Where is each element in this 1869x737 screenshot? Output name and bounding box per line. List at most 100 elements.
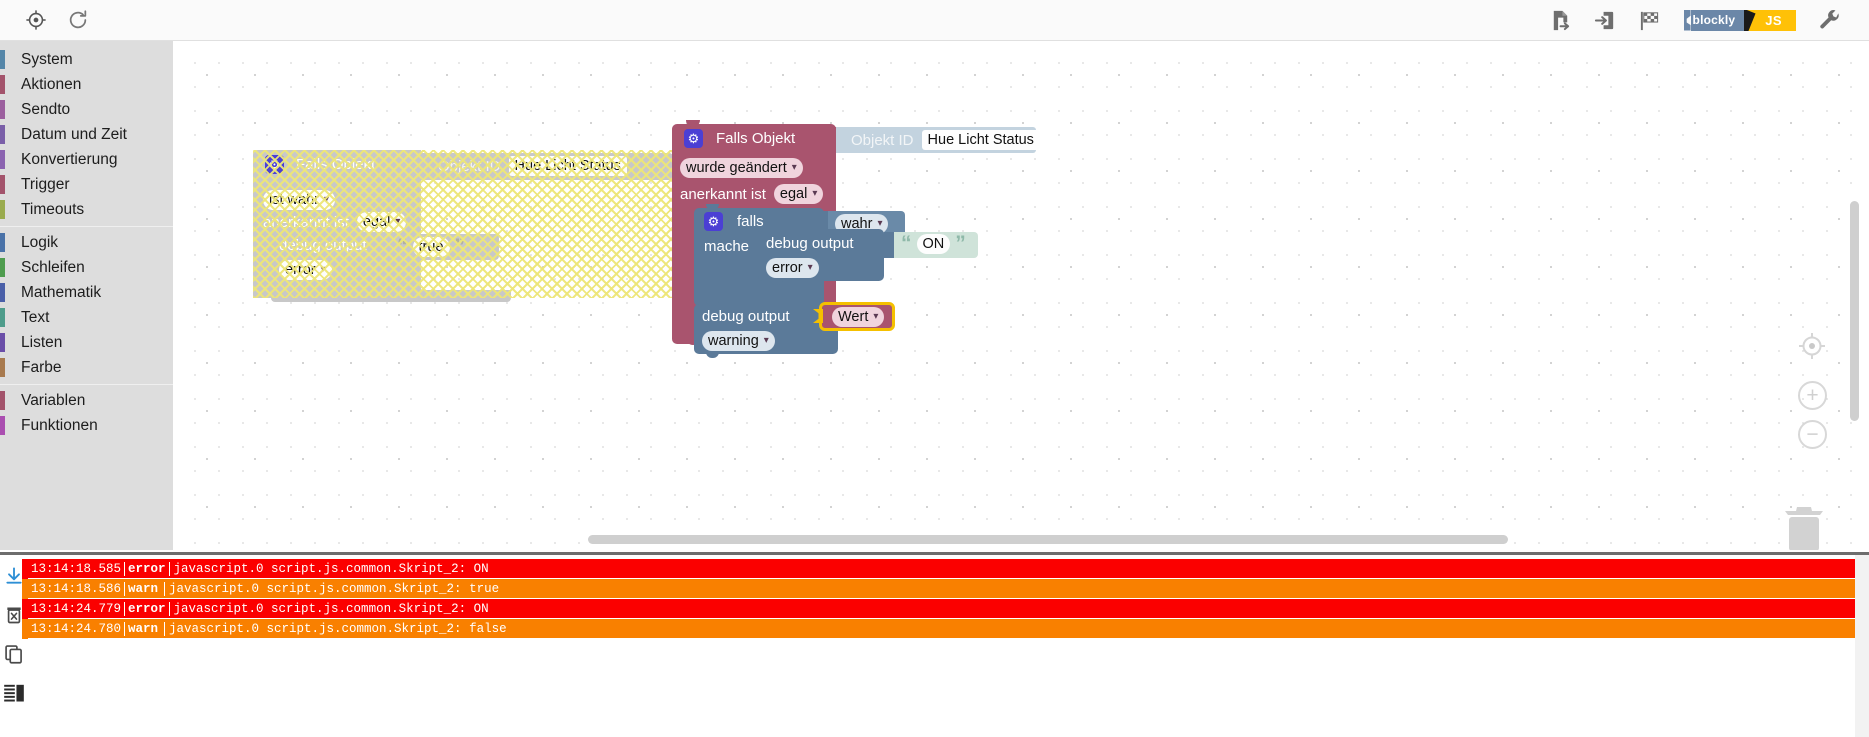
sidebar-item-label: Mathematik — [21, 283, 102, 301]
wrench-icon[interactable] — [1817, 8, 1841, 32]
log-timestamp: 13:14:24.779 — [28, 601, 126, 616]
toggle-blockly-label[interactable]: blockly — [1690, 9, 1745, 31]
trailing-debug-label-wrap: debug output — [702, 308, 790, 326]
sidebar-item-schleifen[interactable]: Schleifen — [0, 255, 173, 280]
zoom-in-button[interactable]: + — [1798, 381, 1827, 410]
toggle-js-label[interactable]: JS — [1759, 9, 1796, 31]
sidebar-item-mathematik[interactable]: Mathematik — [0, 280, 173, 305]
inner-do-label: mache — [704, 238, 750, 255]
category-color-swatch — [0, 416, 5, 435]
log-severity: error — [125, 561, 170, 576]
log-severity: error — [125, 601, 170, 616]
gear-icon[interactable]: ⚙ — [265, 155, 284, 174]
category-color-swatch — [0, 150, 5, 169]
sidebar-item-farbe[interactable]: Farbe — [0, 355, 173, 380]
disabled-ack-label: anerkannt ist — [263, 213, 349, 231]
log-severity: warn — [125, 621, 166, 636]
sidebar-item-label: Listen — [21, 333, 63, 351]
sidebar-item-text[interactable]: Text — [0, 305, 173, 330]
import-file-icon[interactable] — [1594, 8, 1618, 32]
toolbox-group-2: Logik Schleifen Mathematik Text Listen F… — [0, 230, 173, 380]
active-ack-label: anerkannt ist — [680, 185, 766, 203]
sidebar-item-system[interactable]: System — [0, 47, 173, 72]
category-color-swatch — [0, 75, 5, 94]
inner-debug-text-row: “ ON ” — [901, 233, 966, 254]
sidebar-item-konvertierung[interactable]: Konvertierung — [0, 147, 173, 172]
export-file-icon[interactable] — [1549, 8, 1573, 32]
active-falls-objekt-block[interactable]: ⚙ Falls Objekt Objekt ID Hue Licht Statu… — [658, 120, 1078, 358]
disabled-object-id-value[interactable]: Hue Licht Status — [508, 156, 627, 176]
trash-button[interactable] — [1781, 501, 1827, 550]
disabled-severity-dropdown[interactable]: error — [279, 260, 332, 280]
log-layout-icon[interactable] — [3, 682, 25, 704]
disabled-falls-objekt-block[interactable]: ⚙ Falls Objekt Objekt ID Hue Licht Statu… — [253, 150, 673, 302]
disabled-debug-text-row: “ true ” — [397, 236, 465, 257]
selected-variable-block-wert[interactable]: Wert — [819, 302, 895, 331]
wert-variable-dropdown[interactable]: Wert — [832, 307, 885, 327]
blockly-js-toggle[interactable]: blockly JS — [1683, 9, 1796, 31]
inner-debug-text-plug — [884, 232, 894, 258]
category-color-swatch — [0, 100, 5, 119]
center-target-icon[interactable] — [24, 8, 48, 32]
category-color-swatch — [0, 333, 5, 352]
disabled-block-foot — [271, 290, 511, 302]
inner-debug-text-value[interactable]: ON — [916, 233, 951, 254]
sidebar-item-logik[interactable]: Logik — [0, 230, 173, 255]
disabled-debug-text-value[interactable]: true — [412, 236, 450, 257]
workspace-vertical-scrollbar[interactable] — [1850, 201, 1859, 421]
open-quote-icon: “ — [901, 232, 912, 255]
reload-icon[interactable] — [66, 8, 90, 32]
inner-severity-wrap: error — [766, 258, 819, 278]
disabled-condition-dropdown[interactable]: ist wahr — [263, 190, 335, 210]
inner-severity-dropdown[interactable]: error — [766, 258, 819, 278]
close-quote-icon: ” — [454, 235, 466, 258]
disabled-ack-row: anerkannt ist egal — [263, 212, 407, 232]
blockly-workspace[interactable]: ⚙ Falls Objekt Objekt ID Hue Licht Statu… — [173, 41, 1869, 550]
sidebar-item-variablen[interactable]: Variablen — [0, 388, 173, 413]
disabled-object-id-row: Objekt ID Hue Licht Status — [438, 156, 627, 176]
recenter-button[interactable] — [1797, 331, 1827, 366]
log-timestamp: 13:14:18.586 — [28, 581, 126, 596]
disabled-debug-label: debug output — [279, 237, 367, 254]
log-timestamp: 13:14:18.585 — [28, 561, 126, 576]
category-color-swatch — [0, 308, 5, 327]
sidebar-item-timeouts[interactable]: Timeouts — [0, 197, 173, 222]
checkered-flag-icon[interactable] — [1639, 8, 1663, 32]
sidebar-item-label: Trigger — [21, 175, 70, 193]
sidebar-item-datum-und-zeit[interactable]: Datum und Zeit — [0, 122, 173, 147]
sidebar-item-aktionen[interactable]: Aktionen — [0, 72, 173, 97]
log-timestamp: 13:14:24.780 — [28, 621, 126, 636]
toolbox-group-3: Variablen Funktionen — [0, 388, 173, 438]
active-object-id-row: Objekt ID Hue Licht Status — [851, 130, 1040, 150]
log-row[interactable]: 13:14:24.779 error javascript.0 script.j… — [28, 599, 1869, 618]
sidebar-item-label: Logik — [21, 233, 59, 251]
minus-icon: − — [1806, 422, 1819, 446]
trailing-severity-dropdown[interactable]: warning — [702, 331, 775, 351]
sidebar-item-trigger[interactable]: Trigger — [0, 172, 173, 197]
gutter-segment — [22, 599, 28, 619]
category-color-swatch — [0, 391, 5, 410]
active-condition-dropdown[interactable]: wurde geändert — [680, 158, 803, 178]
active-ack-row: anerkannt ist egal — [680, 184, 824, 204]
sidebar-item-label: Funktionen — [21, 416, 98, 434]
log-row[interactable]: 13:14:24.780 warn javascript.0 script.js… — [28, 619, 1869, 638]
disabled-ack-dropdown[interactable]: egal — [356, 212, 407, 232]
active-block-title-row: ⚙ Falls Objekt — [684, 129, 795, 148]
sidebar-item-funktionen[interactable]: Funktionen — [0, 413, 173, 438]
active-ack-dropdown[interactable]: egal — [773, 184, 824, 204]
sidebar-item-sendto[interactable]: Sendto — [0, 97, 173, 122]
sidebar-item-listen[interactable]: Listen — [0, 330, 173, 355]
log-entries-list[interactable]: 13:14:18.585 error javascript.0 script.j… — [28, 559, 1869, 639]
workspace-horizontal-scrollbar[interactable] — [588, 535, 1508, 544]
log-row[interactable]: 13:14:18.586 warn javascript.0 script.js… — [28, 579, 1869, 598]
copy-log-icon[interactable] — [3, 643, 25, 665]
zoom-out-button[interactable]: − — [1798, 420, 1827, 449]
sidebar-item-label: Sendto — [21, 100, 71, 118]
active-object-id-value[interactable]: Hue Licht Status — [921, 130, 1040, 150]
disabled-severity-wrap: error — [279, 260, 332, 280]
log-severity: warn — [125, 581, 166, 596]
gear-icon[interactable]: ⚙ — [684, 129, 703, 148]
gear-icon[interactable]: ⚙ — [704, 212, 723, 231]
log-vertical-scrollbar[interactable] — [1855, 555, 1869, 737]
log-row[interactable]: 13:14:18.585 error javascript.0 script.j… — [28, 559, 1869, 578]
